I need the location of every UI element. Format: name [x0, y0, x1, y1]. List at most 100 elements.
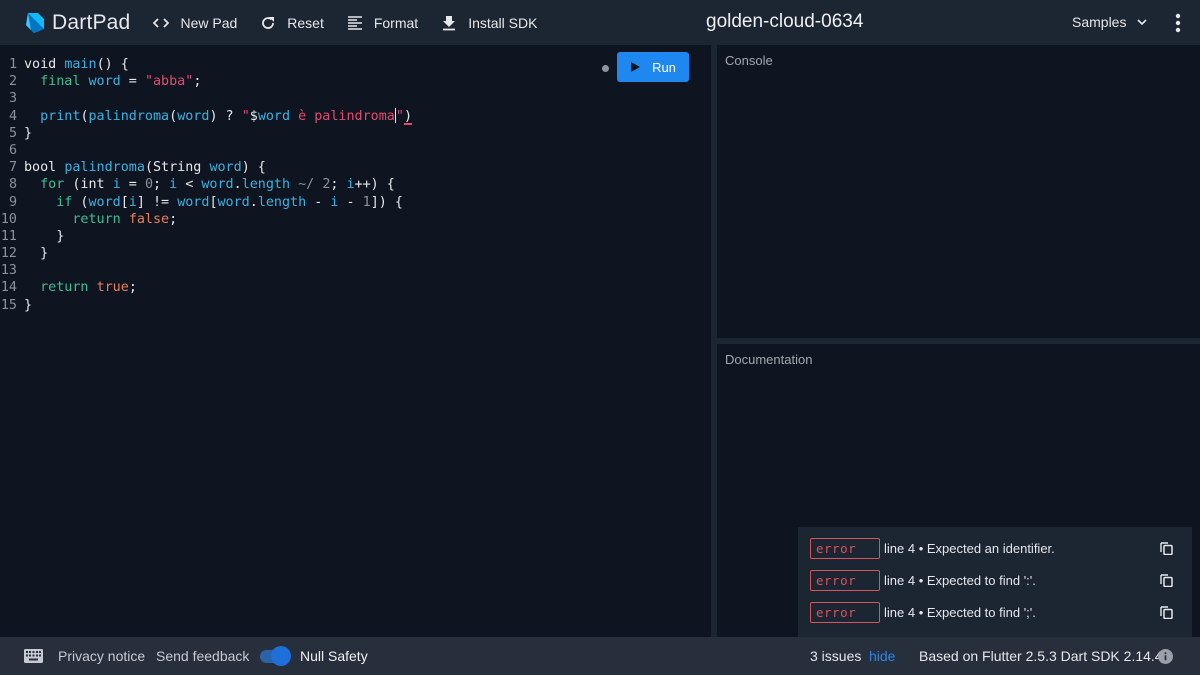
format-label: Format	[373, 14, 419, 31]
line-number: 3	[8, 91, 17, 107]
issue-item[interactable]: error line 4 • Expected to find ';'.	[810, 601, 1186, 623]
code-line[interactable]: 10 return false;	[0, 211, 412, 228]
code-token: word	[88, 194, 121, 210]
privacy-notice-link[interactable]: Privacy notice	[58, 648, 145, 664]
samples-dropdown[interactable]: Samples	[1072, 14, 1148, 30]
format-align-icon	[346, 14, 364, 32]
documentation-label: Documentation	[725, 352, 813, 367]
line-source: return true;	[24, 279, 137, 296]
code-token: (	[72, 194, 89, 210]
code-token: i	[112, 177, 121, 193]
console-label: Console	[725, 53, 773, 68]
code-token: =	[120, 177, 145, 193]
code-token: ] !=	[136, 194, 178, 210]
pad-title[interactable]: golden-cloud-0634	[706, 11, 863, 33]
code-token: $	[249, 108, 258, 124]
code-token: print	[40, 108, 81, 124]
info-icon[interactable]	[1158, 649, 1173, 664]
code-token: ]) {	[370, 194, 403, 210]
code-line[interactable]: 2 final word = "abba";	[0, 73, 412, 90]
app-name: DartPad	[52, 10, 131, 34]
error-badge: error	[810, 569, 880, 591]
line-number: 6	[8, 142, 17, 158]
code-line[interactable]: 4 print(palindroma(word) ? "$word è pali…	[0, 108, 412, 125]
code-line[interactable]: 7 bool palindroma(String word) {	[0, 159, 412, 176]
code-token: length	[241, 177, 291, 193]
line-number: 14	[0, 280, 17, 296]
dartpad-logo[interactable]: DartPad	[22, 11, 130, 35]
toggle-knob	[271, 646, 291, 666]
code-token: length	[257, 194, 307, 210]
issue-item[interactable]: error line 4 • Expected to find ':'.	[810, 569, 1186, 591]
code-line[interactable]: 1 void main() {	[0, 56, 412, 73]
code-token: .	[233, 177, 242, 193]
app-header: DartPad New Pad Reset Format Install SDK…	[0, 0, 1200, 45]
install-sdk-button[interactable]: Install SDK	[440, 14, 537, 32]
line-number: 2	[8, 74, 17, 90]
code-lines[interactable]: 1 void main() {2 final word = "abba"; 3 4 p…	[0, 56, 412, 314]
dart-logo-icon	[26, 12, 44, 33]
code-line[interactable]: 9 if (word[i] != word[word.length - i - …	[0, 194, 412, 211]
code-token: }	[24, 125, 33, 141]
code-token: ;	[193, 74, 202, 90]
line-number: 1	[8, 57, 17, 72]
code-token: ;	[128, 280, 137, 296]
null-safety-toggle[interactable]	[258, 645, 292, 667]
line-number: 13	[0, 263, 17, 279]
copy-icon[interactable]	[1160, 541, 1174, 555]
code-token: }	[24, 228, 65, 244]
run-button[interactable]: Run	[617, 52, 689, 82]
code-token: word	[201, 177, 234, 193]
code-token: return	[40, 280, 97, 296]
code-line[interactable]: 6	[0, 142, 412, 159]
more-vert-icon[interactable]	[1168, 12, 1188, 34]
code-token: (String	[144, 160, 210, 176]
code-line[interactable]: 12 }	[0, 245, 412, 262]
code-line[interactable]: 14 return true;	[0, 279, 412, 296]
error-badge: error	[810, 601, 880, 623]
line-number: 9	[8, 194, 17, 210]
code-line[interactable]: 3	[0, 90, 412, 107]
code-token: }	[24, 297, 33, 313]
code-line[interactable]: 8 for (int i = 0; i < word.length ~/ 2; …	[0, 176, 412, 193]
keyboard-icon[interactable]	[24, 649, 43, 663]
issue-item[interactable]: error line 4 • Expected an identifier.	[810, 537, 1186, 559]
code-token: word	[257, 108, 291, 124]
line-source: }	[24, 228, 64, 245]
code-token: palindroma	[88, 108, 170, 124]
console-panel: Console	[717, 45, 1200, 338]
code-line[interactable]: 15}	[0, 297, 412, 314]
issue-message: line 4 • Expected to find ';'.	[884, 604, 1036, 620]
line-source: bool palindroma(String word) {	[24, 159, 266, 176]
line-number: 8	[8, 177, 17, 193]
reset-button[interactable]: Reset	[259, 14, 324, 32]
code-line[interactable]: 11 }	[0, 228, 412, 245]
issues-count: 3 issues	[810, 648, 862, 664]
code-token: word	[209, 160, 242, 176]
code-token: word	[177, 108, 210, 124]
code-token: ;	[169, 211, 178, 227]
hide-issues-link[interactable]: hide	[869, 648, 895, 664]
samples-label: Samples	[1072, 14, 1127, 30]
send-feedback-link[interactable]: Send feedback	[156, 648, 249, 664]
code-editor[interactable]: 1 void main() {2 final word = "abba"; 3 4 p…	[0, 45, 711, 637]
copy-icon[interactable]	[1160, 573, 1174, 587]
code-token: word	[217, 194, 250, 210]
code-token: return	[72, 211, 129, 227]
code-token: -	[306, 194, 331, 210]
code-token: palindroma	[64, 160, 145, 176]
code-line[interactable]: 5}	[0, 125, 412, 142]
copy-icon[interactable]	[1160, 605, 1174, 619]
line-source: if (word[i] != word[word.length - i - 1]…	[24, 194, 403, 211]
new-pad-button[interactable]: New Pad	[152, 14, 237, 32]
line-source: }	[24, 245, 48, 262]
code-token: "	[395, 108, 404, 124]
reset-label: Reset	[287, 14, 324, 31]
code-token: (int	[64, 177, 113, 193]
format-button[interactable]: Format	[346, 14, 418, 32]
code-line[interactable]: 13	[0, 262, 412, 279]
code-token: i	[346, 177, 355, 193]
